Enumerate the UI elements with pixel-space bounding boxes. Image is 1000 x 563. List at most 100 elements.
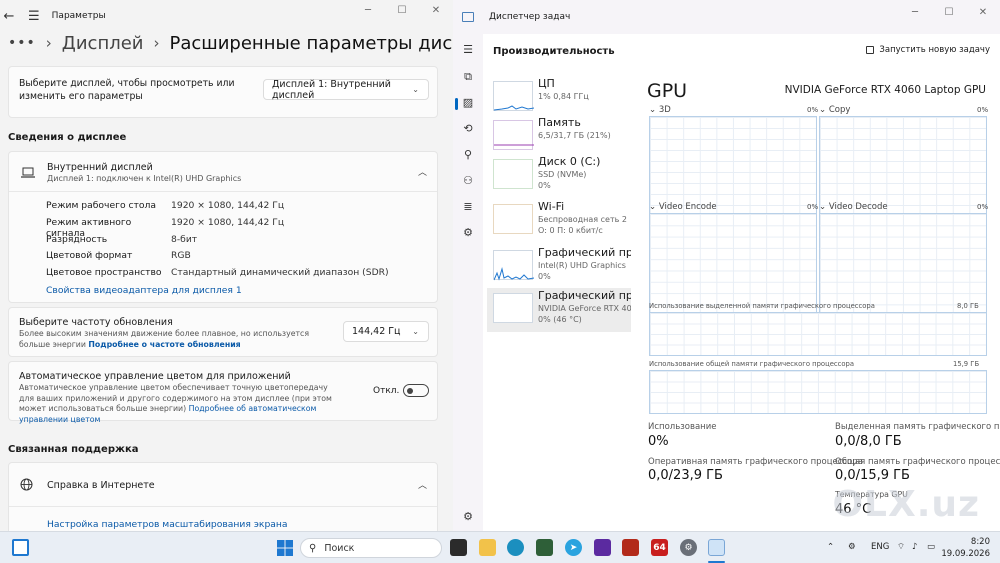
wifi-sparkline — [493, 204, 533, 234]
telegram-icon[interactable]: ➤ — [565, 539, 582, 556]
media-app-icon[interactable] — [594, 539, 611, 556]
dedicated-mem-label: Использование выделенной памяти графичес… — [649, 302, 875, 310]
users-icon[interactable]: ⚇ — [453, 174, 483, 187]
engine-dropdown-icon[interactable]: ⌄ — [649, 105, 656, 115]
minimize-icon[interactable]: ─ — [898, 2, 932, 22]
device-item-cpu[interactable]: ЦП 1% 0,84 ГГц — [487, 76, 631, 120]
engine-dropdown-icon[interactable]: ⌄ — [819, 202, 826, 212]
chevron-right-icon: › — [45, 34, 52, 52]
close-icon[interactable]: ✕ — [966, 2, 1000, 22]
task-manager-window: Диспетчер задач ─ ☐ ✕ ☰ ⧉ ▨ ⟲ ⚲ ⚇ ≣ ⚙ ⚙ … — [453, 0, 1000, 531]
chevron-up-icon[interactable]: ︿ — [418, 478, 427, 491]
start-icon[interactable] — [276, 539, 293, 556]
prop-key: Цветовой формат — [46, 250, 133, 261]
breadcrumb-parent[interactable]: Дисплей — [62, 33, 144, 54]
engine-pct: 0% — [977, 106, 989, 114]
processes-icon[interactable]: ⧉ — [453, 70, 483, 84]
task-view-icon[interactable] — [450, 539, 467, 556]
refresh-info-link[interactable]: Подробнее о частоте обновления — [88, 340, 240, 349]
watermark: OLX.uz — [832, 484, 980, 525]
clock[interactable]: 8:20 19.09.2026 — [941, 536, 990, 560]
toggle-knob — [407, 387, 413, 394]
display-select-dropdown[interactable]: Дисплей 1: Внутренний дисплей ⌄ — [263, 79, 429, 101]
breadcrumb: ••• › Дисплей › Расширенные параметры ди… — [0, 28, 453, 58]
task-manager-taskbar-icon[interactable] — [708, 539, 725, 556]
gpu-model-name: NVIDIA GeForce RTX 4060 Laptop GPU — [784, 84, 986, 96]
maximize-icon[interactable]: ☐ — [385, 0, 419, 20]
device-item-disk[interactable]: Диск 0 (C:) SSD (NVMe) 0% — [487, 154, 631, 198]
run-task-icon — [866, 46, 875, 54]
scaling-help-link[interactable]: Настройка параметров масштабирования экр… — [47, 519, 288, 530]
display-name: Внутренний дисплей — [47, 162, 153, 173]
app-history-icon[interactable]: ⟲ — [453, 122, 483, 135]
menu-icon[interactable]: ☰ — [28, 9, 40, 24]
store-icon[interactable] — [536, 539, 553, 556]
dedicated-mem-max: 8,0 ГБ — [957, 302, 979, 310]
acm-description: Автоматическое управление цветом обеспеч… — [19, 383, 344, 425]
engine-label: ⌄ 3D — [649, 105, 671, 115]
language-indicator[interactable]: ENG — [871, 542, 889, 552]
device-item-gpu0[interactable]: Графический проце Intel(R) UHD Graphics … — [487, 245, 631, 289]
device-name: Графический проце — [538, 289, 631, 302]
display-info-header[interactable]: Внутренний дисплей Дисплей 1: подключен … — [9, 152, 437, 192]
chevron-up-icon[interactable]: ︿ — [418, 165, 427, 178]
disk-sparkline — [493, 159, 533, 189]
tray-overflow-icon[interactable]: ⌃ — [827, 542, 834, 552]
file-explorer-icon[interactable] — [479, 539, 496, 556]
chevron-right-icon: › — [153, 34, 160, 52]
performance-icon[interactable]: ▨ — [453, 96, 483, 110]
device-name: Графический проце — [538, 246, 631, 259]
engine-dropdown-icon[interactable]: ⌄ — [649, 202, 656, 212]
wifi-icon[interactable]: ⌔ — [897, 542, 905, 552]
acm-state-label: Откл. — [373, 386, 400, 396]
adapter-properties-link[interactable]: Свойства видеоадаптера для дисплея 1 — [46, 285, 242, 296]
startup-apps-icon[interactable]: ⚲ — [453, 148, 483, 161]
close-icon[interactable]: ✕ — [419, 0, 453, 20]
settings-app-icon[interactable]: ⚙ — [680, 539, 697, 556]
device-detail: 1% 0,84 ГГц — [538, 92, 589, 101]
chevron-down-icon: ⌄ — [412, 85, 419, 94]
back-arrow-icon[interactable]: ← — [2, 9, 16, 24]
device-item-gpu1[interactable]: Графический проце NVIDIA GeForce RTX 406… — [487, 288, 631, 332]
stat-shared-value: 0,0/15,9 ГБ — [835, 468, 910, 483]
taskmgr-window-controls: ─ ☐ ✕ — [898, 2, 1000, 22]
breadcrumb-overflow-icon[interactable]: ••• — [8, 35, 36, 51]
battery-icon[interactable]: ▭ — [927, 542, 935, 552]
laptop-icon — [21, 167, 35, 178]
refresh-title: Выберите частоту обновления — [19, 317, 173, 328]
engine-label: ⌄ Copy — [819, 105, 850, 115]
minimize-icon[interactable]: ─ — [351, 0, 385, 20]
graph-dedicated-memory — [649, 312, 987, 356]
run-new-task-button[interactable]: Запустить новую задачу — [866, 45, 990, 55]
device-item-wifi[interactable]: Wi-Fi Беспроводная сеть 2 О: 0 П: 0 кбит… — [487, 199, 631, 243]
engine-dropdown-icon[interactable]: ⌄ — [819, 105, 826, 115]
aida64-icon[interactable]: 64 — [651, 539, 668, 556]
taskbar-search-box[interactable]: ⚲ Поиск — [300, 538, 442, 558]
web-help-header[interactable]: Справка в Интернете ︿ — [9, 463, 437, 507]
volume-icon[interactable]: ♪ — [912, 542, 917, 552]
graph-video-decode — [819, 213, 987, 328]
prop-key: Режим рабочего стола — [46, 200, 157, 211]
acm-toggle[interactable] — [403, 384, 429, 397]
clock-time: 8:20 — [970, 537, 990, 547]
engine-label: ⌄ Video Encode — [649, 202, 717, 212]
services-icon[interactable]: ⚙ — [453, 226, 483, 239]
prop-row: Режим рабочего стола 1920 × 1080, 144,42 … — [46, 200, 284, 211]
game-app-icon[interactable] — [622, 539, 639, 556]
refresh-rate-dropdown[interactable]: 144,42 Гц ⌄ — [343, 321, 429, 342]
graph-shared-memory — [649, 370, 987, 414]
device-detail: 6,5/31,7 ГБ (21%) — [538, 131, 611, 140]
device-name: Память — [538, 116, 581, 129]
details-icon[interactable]: ≣ — [453, 200, 483, 213]
taskmgr-window-title: Диспетчер задач — [489, 12, 571, 22]
edge-browser-icon[interactable] — [507, 539, 524, 556]
tray-app-icon[interactable]: ⚙ — [848, 542, 856, 552]
settings-gear-icon[interactable]: ⚙ — [453, 510, 483, 523]
gpu1-sparkline — [493, 293, 533, 323]
device-item-memory[interactable]: Память 6,5/31,7 ГБ (21%) — [487, 115, 631, 159]
prop-value: Стандартный динамический диапазон (SDR) — [171, 267, 389, 278]
maximize-icon[interactable]: ☐ — [932, 2, 966, 22]
task-view-widget-icon[interactable] — [12, 539, 29, 556]
display-info-heading: Сведения о дисплее — [8, 132, 127, 143]
hamburger-icon[interactable]: ☰ — [453, 43, 483, 56]
